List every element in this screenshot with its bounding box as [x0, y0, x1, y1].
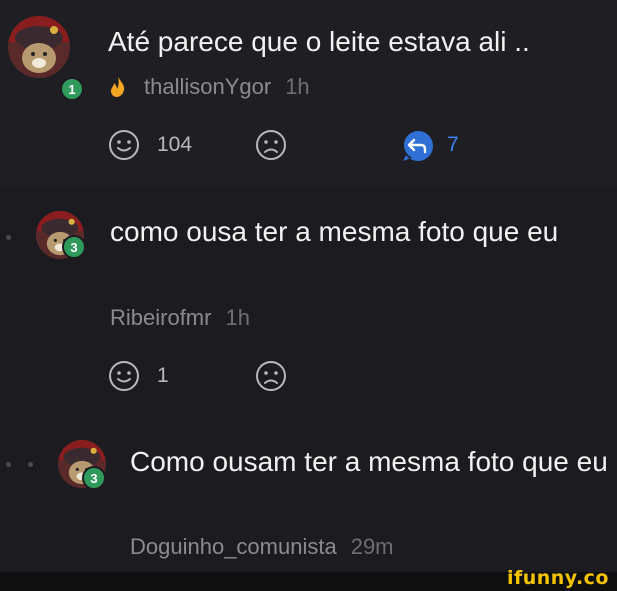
avatar[interactable] — [8, 16, 70, 78]
frown-icon[interactable] — [255, 129, 287, 161]
username[interactable]: Ribeirofmr — [110, 305, 211, 330]
avatar-image — [8, 16, 70, 78]
comment-text: Como ousam ter a mesma foto que eu — [130, 446, 608, 477]
reply-count[interactable]: 7 — [447, 133, 459, 157]
timestamp: 1h — [225, 305, 250, 330]
flame-icon — [108, 76, 128, 98]
reply-icon[interactable] — [401, 129, 435, 163]
brand-watermark: ifunny.co — [506, 567, 609, 589]
smile-icon[interactable] — [108, 129, 140, 161]
comment-meta: Doguinho_comunista 29m — [130, 534, 394, 560]
thread-dot — [6, 462, 11, 467]
level-badge: 1 — [60, 77, 84, 101]
username[interactable]: Doguinho_comunista — [130, 534, 337, 559]
level-badge: 3 — [62, 235, 86, 259]
comment-text: Até parece que o leite estava ali .. — [108, 26, 530, 57]
like-count: 1 — [157, 364, 169, 387]
comment: 3 como ousa ter a mesma foto que eu Ribe… — [0, 187, 617, 422]
thread-dot — [28, 462, 33, 467]
comment: 1 Até parece que o leite estava ali .. t… — [0, 0, 617, 187]
comment-text: como ousa ter a mesma foto que eu — [110, 216, 559, 247]
comment: 3 Como ousam ter a mesma foto que eu Dog… — [0, 422, 617, 572]
thread-dot — [6, 235, 11, 240]
username[interactable]: thallisonYgor — [144, 74, 271, 99]
frown-icon[interactable] — [255, 360, 287, 392]
level-badge: 3 — [82, 466, 106, 490]
comment-meta: thallisonYgor 1h — [144, 74, 310, 100]
smile-icon[interactable] — [108, 360, 140, 392]
timestamp: 29m — [350, 534, 394, 559]
timestamp: 1h — [285, 74, 310, 99]
comment-meta: Ribeirofmr 1h — [110, 305, 250, 331]
like-count: 104 — [157, 133, 193, 156]
